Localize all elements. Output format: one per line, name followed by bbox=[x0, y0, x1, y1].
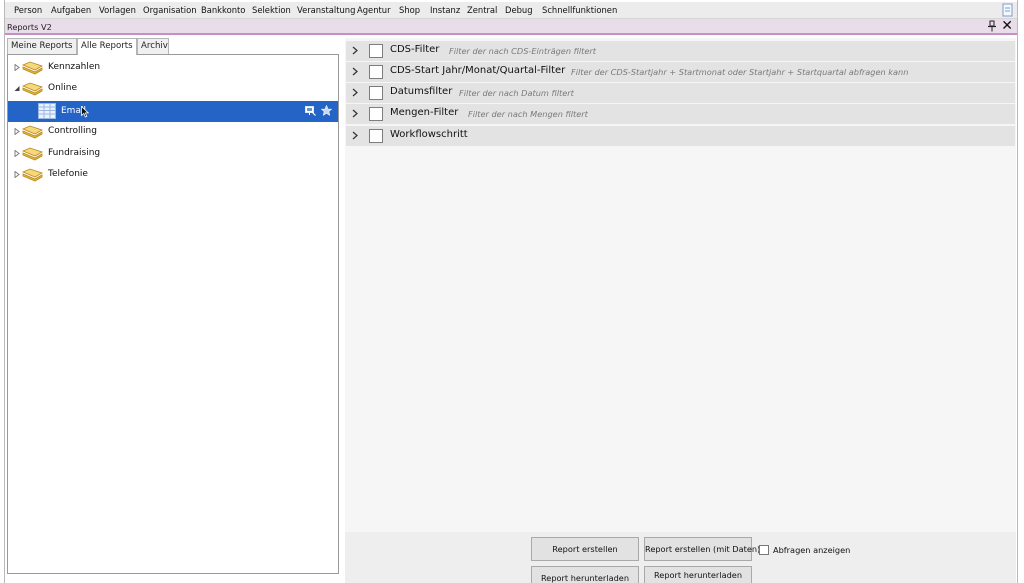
menu-veranstaltung[interactable]: Veranstaltung bbox=[297, 5, 355, 15]
menu-debug[interactable]: Debug bbox=[505, 5, 533, 15]
mouse-cursor-icon bbox=[81, 106, 89, 118]
report-table-icon bbox=[38, 103, 56, 119]
filter-row-mengen[interactable]: Mengen-Filter Filter der nach Mengen fil… bbox=[346, 104, 1015, 124]
menu-instanz[interactable]: Instanz bbox=[430, 5, 460, 15]
tree-node-label: Fundraising bbox=[48, 148, 101, 158]
tree-node-online[interactable]: Online bbox=[8, 79, 338, 99]
app-window: Person Aufgaben Vorlagen Organisation Ba… bbox=[4, 0, 1018, 583]
tree-node-label: Telefonie bbox=[48, 169, 88, 179]
tab-alle-reports[interactable]: Alle Reports bbox=[77, 38, 137, 55]
action-bar: Report erstellen Report erstellen (mit D… bbox=[345, 532, 1016, 583]
folder-icon bbox=[22, 147, 43, 161]
filter-name: Datumsfilter bbox=[390, 86, 453, 97]
folder-icon bbox=[22, 125, 43, 139]
close-button[interactable]: ✕ bbox=[1001, 18, 1013, 34]
folder-open-icon bbox=[22, 82, 43, 96]
expand-arrow-icon[interactable] bbox=[14, 150, 20, 157]
create-report-with-data-button[interactable]: Report erstellen (mit Daten) bbox=[644, 537, 760, 561]
filter-checkbox[interactable] bbox=[369, 86, 383, 100]
chevron-right-icon[interactable] bbox=[352, 131, 358, 140]
tree-node-email[interactable]: Email bbox=[8, 101, 338, 122]
menu-zentral[interactable]: Zentral bbox=[467, 5, 497, 15]
tree-node-label: Controlling bbox=[48, 126, 97, 136]
document-icon[interactable] bbox=[1002, 3, 1013, 17]
filter-checkbox[interactable] bbox=[369, 107, 383, 121]
tree-node-label: Online bbox=[48, 83, 78, 93]
collapse-arrow-icon[interactable] bbox=[14, 85, 20, 92]
tree-node-kennzahlen[interactable]: Kennzahlen bbox=[8, 58, 338, 78]
filter-name: Workflowschritt bbox=[390, 129, 468, 140]
chevron-right-icon[interactable] bbox=[352, 88, 358, 97]
tree-node-fundraising[interactable]: Fundraising bbox=[8, 144, 338, 164]
download-report-with-data-button[interactable]: Report herunterladen bbox=[644, 566, 752, 583]
chevron-right-icon[interactable] bbox=[352, 67, 358, 76]
menu-organisation[interactable]: Organisation bbox=[143, 5, 197, 15]
expand-arrow-icon[interactable] bbox=[14, 64, 20, 71]
chevron-right-icon[interactable] bbox=[352, 46, 358, 55]
menu-agentur[interactable]: Agentur bbox=[357, 5, 391, 15]
menu-person[interactable]: Person bbox=[14, 5, 42, 15]
favorite-star-icon[interactable] bbox=[321, 105, 332, 116]
filter-row-cds-start[interactable]: CDS-Start Jahr/Monat/Quartal-Filter Filt… bbox=[346, 62, 1015, 82]
expand-arrow-icon[interactable] bbox=[14, 128, 20, 135]
tab-meine-reports[interactable]: Meine Reports bbox=[7, 38, 77, 54]
menu-bar: Person Aufgaben Vorlagen Organisation Ba… bbox=[5, 2, 1017, 19]
filter-description: Filter der nach Datum filtert bbox=[459, 88, 574, 98]
folder-icon bbox=[22, 168, 43, 182]
show-queries-label: Abfragen anzeigen bbox=[773, 545, 851, 555]
filter-checkbox[interactable] bbox=[369, 44, 383, 58]
filter-description: Filter der CDS-Startjahr + Startmonat od… bbox=[571, 67, 909, 77]
tree-node-controlling[interactable]: Controlling bbox=[8, 122, 338, 142]
tab-archiv[interactable]: Archiv bbox=[137, 38, 169, 54]
filter-row-cds[interactable]: CDS-Filter Filter der nach CDS-Einträgen… bbox=[346, 41, 1015, 61]
menu-shop[interactable]: Shop bbox=[399, 5, 420, 15]
chevron-right-icon[interactable] bbox=[352, 109, 358, 118]
menu-schnellfunktionen[interactable]: Schnellfunktionen bbox=[542, 5, 617, 15]
tree-node-label: Kennzahlen bbox=[48, 62, 101, 72]
filter-panel: CDS-Filter Filter der nach CDS-Einträgen… bbox=[345, 38, 1016, 532]
edit-report-icon[interactable] bbox=[305, 105, 316, 116]
filter-name: CDS-Start Jahr/Monat/Quartal-Filter bbox=[390, 65, 566, 76]
filter-checkbox[interactable] bbox=[369, 65, 383, 79]
menu-selektion[interactable]: Selektion bbox=[252, 5, 291, 15]
filter-name: Mengen-Filter bbox=[390, 107, 459, 118]
filter-row-datum[interactable]: Datumsfilter Filter der nach Datum filte… bbox=[346, 83, 1015, 103]
filter-checkbox[interactable] bbox=[369, 129, 383, 143]
menu-aufgaben[interactable]: Aufgaben bbox=[51, 5, 91, 15]
filter-row-workflowschritt[interactable]: Workflowschritt bbox=[346, 126, 1015, 146]
create-report-button[interactable]: Report erstellen bbox=[531, 537, 639, 561]
folder-icon bbox=[22, 61, 43, 75]
filter-description: Filter der nach CDS-Einträgen filtert bbox=[449, 46, 596, 56]
show-queries-checkbox[interactable] bbox=[759, 545, 769, 555]
download-report-button[interactable]: Report herunterladen bbox=[531, 566, 639, 583]
pin-icon[interactable] bbox=[987, 20, 997, 32]
filter-description: Filter der nach Mengen filtert bbox=[468, 109, 588, 119]
menu-vorlagen[interactable]: Vorlagen bbox=[99, 5, 136, 15]
tree-node-telefonie[interactable]: Telefonie bbox=[8, 165, 338, 185]
filter-name: CDS-Filter bbox=[390, 44, 440, 55]
menu-bankkonto[interactable]: Bankkonto bbox=[201, 5, 245, 15]
window-title: Reports V2 bbox=[7, 22, 52, 32]
report-tree: Kennzahlen Online Email Controlling Fund… bbox=[7, 54, 339, 574]
expand-arrow-icon[interactable] bbox=[14, 171, 20, 178]
window-titlebar: Reports V2 ✕ bbox=[5, 18, 1017, 35]
